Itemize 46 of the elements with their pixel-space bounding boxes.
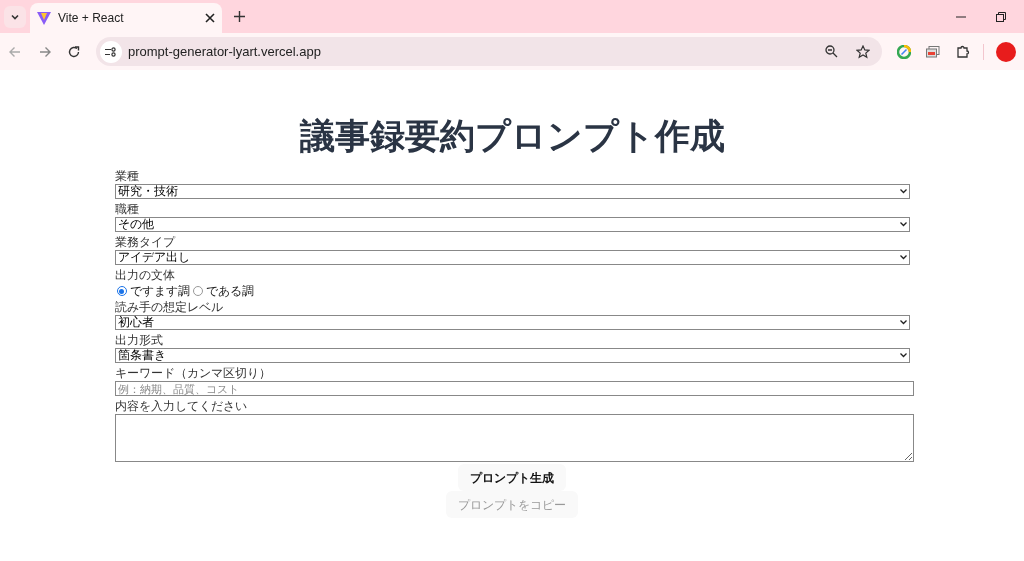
field-label: 職種 — [114, 201, 139, 217]
forward-icon[interactable] — [39, 45, 51, 58]
chevron-down-icon — [899, 222, 907, 227]
minimize-icon[interactable] — [956, 15, 966, 18]
field-label: 出力の文体 — [114, 267, 175, 283]
url-text: prompt-generator-lyart.vercel.app — [128, 42, 322, 61]
field-label: キーワード（カンマ区切り） — [114, 365, 271, 381]
button: プロンプトをコピー — [446, 491, 578, 518]
new-tab-icon[interactable] — [234, 11, 245, 22]
zoom-out-icon[interactable] — [825, 45, 838, 58]
radio-button[interactable] — [192, 286, 203, 296]
select-field[interactable]: 初心者 — [114, 315, 910, 330]
input-field[interactable]: 例：納期、品質、コスト — [114, 381, 914, 396]
tab-list-button[interactable] — [4, 5, 26, 28]
puzzle-icon[interactable] — [957, 45, 970, 58]
address-bar[interactable]: prompt-generator-lyart.vercel.app — [96, 37, 882, 66]
close-icon[interactable] — [205, 13, 215, 23]
select-field[interactable]: その他 — [114, 217, 910, 232]
chevron-down-icon — [899, 255, 907, 260]
text-area[interactable] — [114, 414, 914, 462]
triangle-logo-icon — [37, 11, 51, 25]
field-label: 出力形式 — [114, 332, 163, 348]
field-label: 読み手の想定レベル — [114, 299, 223, 315]
star-icon[interactable] — [856, 44, 870, 59]
reload-icon[interactable] — [68, 45, 80, 58]
tab-title: Vite + React — [58, 10, 125, 27]
radio-label: である調 — [205, 284, 254, 298]
chevron-down-icon — [899, 189, 907, 194]
tab-stack-icon[interactable] — [926, 45, 940, 58]
field-label: 業種 — [114, 168, 139, 184]
extension-icon[interactable] — [897, 44, 911, 59]
field-label: 内容を入力してください — [114, 398, 247, 414]
select-field[interactable]: 箇条書き — [114, 348, 910, 363]
select-field[interactable]: アイデア出し — [114, 250, 910, 265]
restore-icon[interactable] — [996, 11, 1006, 22]
chevron-down-icon — [899, 353, 907, 358]
profile-avatar[interactable] — [996, 41, 1016, 62]
select-field[interactable]: 研究・技術 — [114, 184, 910, 199]
radio-label: ですます調 — [129, 284, 190, 298]
radio-button[interactable] — [116, 286, 127, 296]
site-settings-icon[interactable] — [100, 40, 122, 63]
chevron-down-icon — [899, 320, 907, 325]
field-label: 業務タイプ — [114, 234, 175, 250]
button[interactable]: プロンプト生成 — [458, 464, 566, 491]
browser-tab[interactable]: Vite + React — [30, 3, 222, 33]
page-title: 議事録要約プロンプト作成 — [299, 116, 725, 156]
